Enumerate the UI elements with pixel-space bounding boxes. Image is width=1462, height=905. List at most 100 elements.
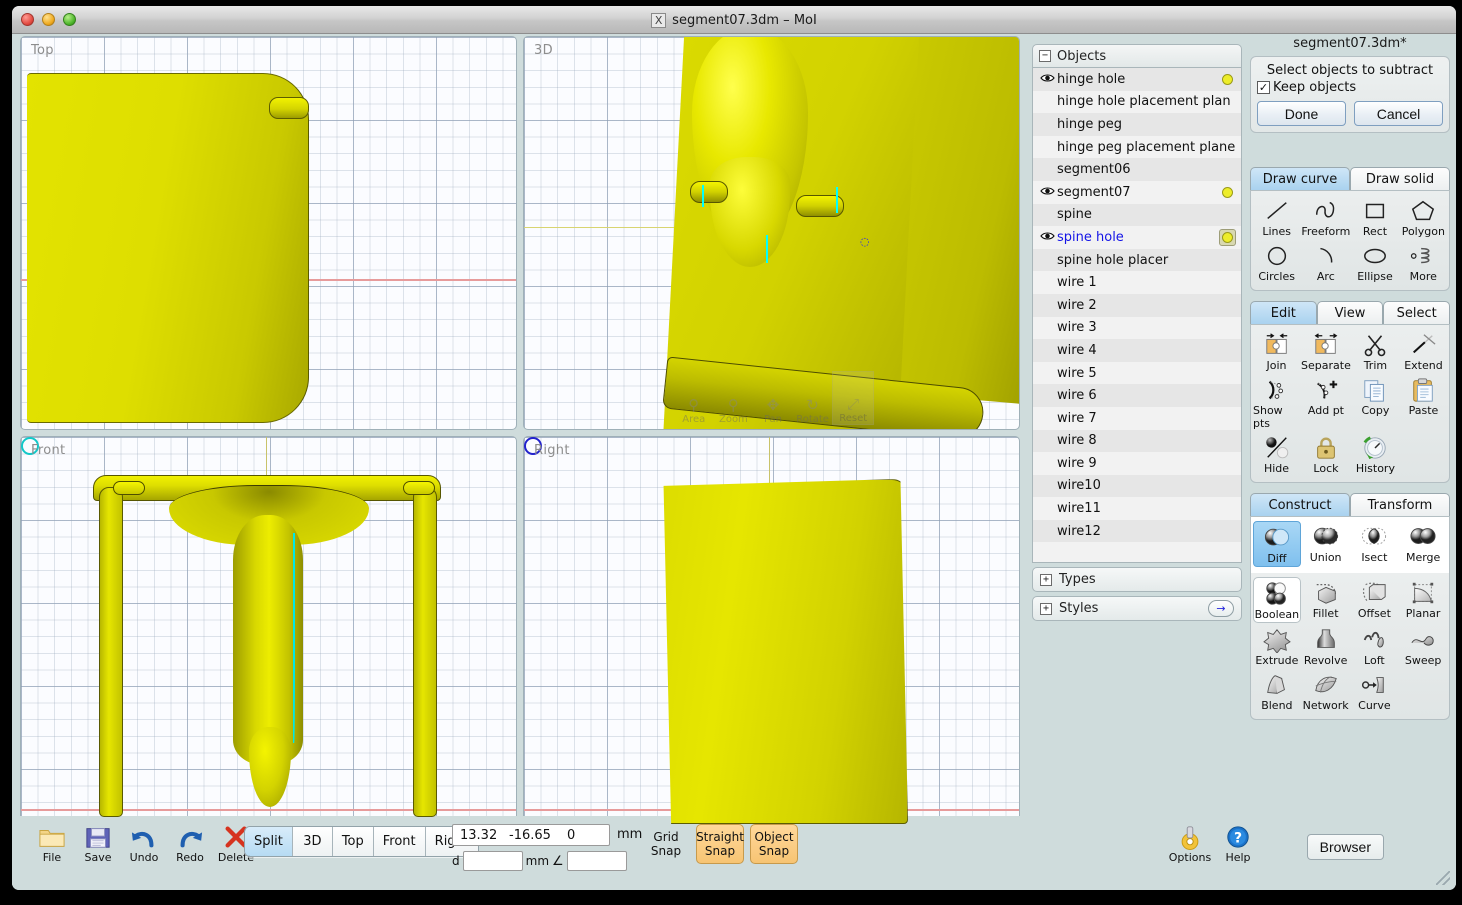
object-list-item[interactable]: segment06 bbox=[1033, 158, 1241, 181]
object-list-item[interactable]: hinge hole placement plan bbox=[1033, 90, 1241, 114]
eye-visible-icon[interactable] bbox=[1037, 72, 1057, 86]
object-list-item[interactable]: hinge peg placement plane bbox=[1033, 135, 1241, 159]
coordinate-x[interactable]: 13.32 bbox=[453, 828, 509, 843]
tool-blend[interactable]: Blend bbox=[1253, 669, 1301, 713]
tool-hide[interactable]: Hide bbox=[1253, 432, 1300, 476]
keep-objects-row[interactable]: ✓ Keep objects bbox=[1257, 80, 1443, 95]
types-section[interactable]: + Types bbox=[1032, 567, 1242, 592]
object-list-item[interactable]: wire 7 bbox=[1033, 406, 1241, 430]
help-button[interactable]: ? Help bbox=[1216, 824, 1260, 864]
tool-offset[interactable]: Offset bbox=[1351, 577, 1399, 623]
object-list-item[interactable]: wire 6 bbox=[1033, 384, 1241, 407]
object-list-item[interactable]: hinge hole bbox=[1033, 68, 1241, 91]
object-list-item[interactable]: wire12 bbox=[1033, 519, 1241, 543]
tab-select[interactable]: Select bbox=[1383, 301, 1451, 324]
tool-network[interactable]: Network bbox=[1302, 669, 1350, 713]
object-style-swatch[interactable] bbox=[1222, 73, 1233, 85]
expand-icon[interactable]: + bbox=[1040, 573, 1052, 586]
view-button-top[interactable]: Top bbox=[332, 827, 374, 856]
tab-transform[interactable]: Transform bbox=[1350, 493, 1450, 516]
nav-pan[interactable]: ✥ Pan bbox=[753, 371, 793, 425]
tool-fillet[interactable]: Fillet bbox=[1302, 577, 1350, 623]
view-button-3d[interactable]: 3D bbox=[292, 827, 333, 856]
tool-isect[interactable]: Isect bbox=[1351, 521, 1399, 567]
tool-copy[interactable]: Copy bbox=[1352, 374, 1399, 431]
object-list-item[interactable]: wire10 bbox=[1033, 474, 1241, 498]
angle-input[interactable] bbox=[566, 851, 627, 871]
object-list-item[interactable]: spine bbox=[1033, 203, 1241, 227]
tool-curve[interactable]: Curve bbox=[1351, 669, 1399, 713]
object-list-item[interactable]: wire 3 bbox=[1033, 316, 1241, 340]
tab-edit[interactable]: Edit bbox=[1250, 301, 1317, 324]
tool-revolve[interactable]: Revolve bbox=[1302, 624, 1350, 668]
tab-draw-solid[interactable]: Draw solid bbox=[1350, 167, 1450, 190]
tool-merge[interactable]: Merge bbox=[1399, 521, 1447, 567]
tool-more[interactable]: More bbox=[1400, 240, 1447, 284]
tool-ellipse[interactable]: Ellipse bbox=[1351, 240, 1398, 284]
coordinate-z[interactable]: 0 bbox=[567, 828, 607, 843]
tool-rect[interactable]: Rect bbox=[1351, 195, 1398, 239]
object-style-swatch[interactable] bbox=[1222, 186, 1233, 198]
view-button-split[interactable]: Split bbox=[245, 827, 293, 856]
object-list-item[interactable]: spine hole placer bbox=[1033, 248, 1241, 272]
tool-lines[interactable]: Lines bbox=[1253, 195, 1300, 239]
cancel-button[interactable]: Cancel bbox=[1354, 101, 1443, 126]
tool-diff[interactable]: Diff bbox=[1253, 521, 1301, 567]
tab-construct[interactable]: Construct bbox=[1250, 493, 1350, 516]
done-button[interactable]: Done bbox=[1257, 101, 1346, 126]
tool-arc[interactable]: Arc bbox=[1301, 240, 1350, 284]
object-list-item[interactable]: spine hole bbox=[1033, 226, 1241, 249]
tool-lock[interactable]: Lock bbox=[1301, 432, 1351, 476]
tool-boolean[interactable]: Boolean bbox=[1253, 577, 1301, 623]
collapse-icon[interactable]: − bbox=[1039, 50, 1051, 62]
eye-visible-icon[interactable] bbox=[1037, 185, 1057, 199]
tool-freeform[interactable]: Freeform bbox=[1301, 195, 1350, 239]
object-list-item[interactable]: wire 1 bbox=[1033, 271, 1241, 294]
tool-extend[interactable]: Extend bbox=[1400, 329, 1447, 373]
nav-reset[interactable]: ⤢ Reset bbox=[832, 371, 874, 425]
viewport-top[interactable]: Top bbox=[20, 36, 517, 430]
tool-separate[interactable]: Separate bbox=[1301, 329, 1351, 373]
object-list-item[interactable]: wire11 bbox=[1033, 497, 1241, 520]
tab-draw-curve[interactable]: Draw curve bbox=[1250, 167, 1350, 190]
styles-section[interactable]: + Styles → bbox=[1032, 596, 1242, 621]
file-button[interactable]: File bbox=[30, 824, 74, 864]
tool-union[interactable]: Union bbox=[1302, 521, 1350, 567]
object-list-item[interactable]: hinge peg bbox=[1033, 113, 1241, 136]
tab-view[interactable]: View bbox=[1316, 301, 1384, 324]
viewport-right[interactable]: Right bbox=[523, 436, 1020, 830]
tool-join[interactable]: Join bbox=[1253, 329, 1300, 373]
straight-snap-button[interactable]: Straight Snap bbox=[696, 824, 744, 864]
save-button[interactable]: Save bbox=[76, 824, 120, 864]
grid-snap-button[interactable]: Grid Snap bbox=[642, 824, 690, 864]
object-list-item[interactable]: wire 5 bbox=[1033, 361, 1241, 385]
viewport-front[interactable]: Front bbox=[20, 436, 517, 830]
nav-rotate[interactable]: ↻ Rotate bbox=[793, 371, 833, 425]
undo-button[interactable]: Undo bbox=[122, 824, 166, 864]
styles-arrow-icon[interactable]: → bbox=[1208, 600, 1234, 617]
object-list-item[interactable]: wire 2 bbox=[1033, 293, 1241, 317]
tool-circles[interactable]: Circles bbox=[1253, 240, 1300, 284]
eye-visible-icon[interactable] bbox=[1037, 230, 1057, 244]
redo-button[interactable]: Redo bbox=[168, 824, 212, 864]
nav-zoom[interactable]: ⚲ Zoom bbox=[714, 371, 754, 425]
object-snap-button[interactable]: Object Snap bbox=[750, 824, 798, 864]
objects-list[interactable]: hinge hole hinge hole placement plan hinge… bbox=[1032, 68, 1242, 563]
object-list-item[interactable]: wire 4 bbox=[1033, 339, 1241, 362]
tool-history[interactable]: History bbox=[1352, 432, 1399, 476]
keep-objects-checkbox[interactable]: ✓ bbox=[1257, 81, 1270, 94]
tool-sweep[interactable]: Sweep bbox=[1399, 624, 1447, 668]
object-list-item[interactable]: wire 9 bbox=[1033, 452, 1241, 475]
tool-add-pt[interactable]: Add pt bbox=[1301, 374, 1351, 431]
nav-area[interactable]: ⚲ Area bbox=[674, 371, 714, 425]
tool-extrude[interactable]: Extrude bbox=[1253, 624, 1301, 668]
tool-show-pts[interactable]: Show pts bbox=[1253, 374, 1300, 431]
viewport-3d[interactable]: 3D ◌ ⚲ Area ⚲ Zoom ✥ Pan ↻ Rotate ⤢ Rese… bbox=[523, 36, 1020, 430]
options-button[interactable]: Options bbox=[1168, 824, 1212, 864]
resize-grip[interactable] bbox=[1436, 871, 1450, 885]
view-button-front[interactable]: Front bbox=[373, 827, 426, 856]
tool-planar[interactable]: Planar bbox=[1399, 577, 1447, 623]
tool-trim[interactable]: Trim bbox=[1352, 329, 1399, 373]
distance-input[interactable] bbox=[462, 851, 523, 871]
browser-button[interactable]: Browser bbox=[1306, 834, 1384, 860]
